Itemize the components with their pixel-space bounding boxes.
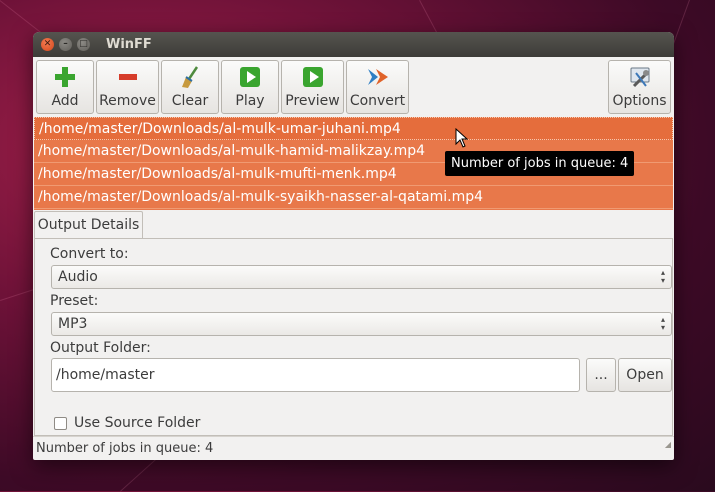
status-text: Number of jobs in queue: 4 bbox=[36, 441, 214, 456]
broom-icon bbox=[182, 66, 199, 88]
plus-icon bbox=[55, 67, 75, 87]
play-button[interactable]: Play bbox=[221, 60, 279, 114]
convert-button[interactable]: Convert bbox=[346, 60, 409, 114]
toolbar: Add Remove Clear Play Preview Convert Op… bbox=[33, 57, 674, 117]
preview-label: Preview bbox=[285, 93, 340, 109]
preset-value: MP3 bbox=[58, 316, 88, 332]
clear-button[interactable]: Clear bbox=[161, 60, 219, 114]
window-minimize-button[interactable]: – bbox=[59, 38, 72, 51]
jobs-tooltip: Number of jobs in queue: 4 bbox=[445, 151, 635, 176]
convert-to-select[interactable]: Audio ▴ ▾ bbox=[51, 265, 672, 289]
preset-label: Preset: bbox=[50, 293, 99, 309]
convert-to-value: Audio bbox=[58, 269, 98, 285]
output-folder-field[interactable]: /home/master bbox=[51, 358, 580, 392]
window-maximize-button[interactable]: □ bbox=[77, 38, 90, 51]
winff-window: ✕ – □ WinFF Add Remove Clear Play Previe… bbox=[33, 32, 674, 460]
combo-arrows-icon: ▴ ▾ bbox=[660, 268, 665, 285]
convert-label: Convert bbox=[349, 93, 406, 109]
use-source-folder-label[interactable]: Use Source Folder bbox=[74, 415, 200, 431]
play-label: Play bbox=[235, 93, 265, 109]
output-folder-value: /home/master bbox=[56, 367, 155, 383]
play-icon bbox=[240, 67, 260, 87]
window-title: WinFF bbox=[106, 37, 152, 52]
title-bar[interactable]: ✕ – □ WinFF bbox=[33, 32, 674, 57]
remove-label: Remove bbox=[99, 93, 156, 109]
preset-select[interactable]: MP3 ▴ ▾ bbox=[51, 312, 672, 336]
combo-arrows-icon: ▴ ▾ bbox=[660, 315, 665, 332]
file-list-item[interactable]: /home/master/Downloads/al-mulk-umar-juha… bbox=[34, 117, 673, 140]
use-source-folder-checkbox[interactable] bbox=[54, 417, 67, 430]
minus-icon bbox=[118, 74, 137, 80]
browse-folder-button[interactable]: ... bbox=[586, 358, 616, 392]
convert-to-label: Convert to: bbox=[50, 246, 129, 262]
status-bar: Number of jobs in queue: 4 ◢ bbox=[33, 436, 674, 460]
window-close-button[interactable]: ✕ bbox=[41, 38, 54, 51]
output-details-panel: Convert to: Audio ▴ ▾ Preset: MP3 ▴ ▾ Outp… bbox=[34, 238, 673, 436]
options-label: Options bbox=[612, 93, 667, 109]
preview-icon bbox=[302, 67, 323, 87]
file-list-item[interactable]: /home/master/Downloads/al-mulk-syaikh-na… bbox=[34, 186, 673, 209]
open-folder-button[interactable]: Open bbox=[618, 358, 672, 392]
convert-arrows-icon bbox=[367, 69, 388, 85]
add-button[interactable]: Add bbox=[36, 60, 94, 114]
add-label: Add bbox=[51, 93, 79, 109]
resize-grip-icon[interactable]: ◢ bbox=[665, 433, 671, 457]
preview-button[interactable]: Preview bbox=[281, 60, 344, 114]
tab-output-details[interactable]: Output Details bbox=[34, 211, 143, 239]
remove-button[interactable]: Remove bbox=[96, 60, 159, 114]
settings-tools-icon bbox=[630, 67, 649, 88]
output-folder-label: Output Folder: bbox=[50, 340, 151, 356]
mouse-cursor-icon bbox=[455, 128, 469, 148]
options-button[interactable]: Options bbox=[608, 60, 671, 114]
clear-label: Clear bbox=[171, 93, 209, 109]
